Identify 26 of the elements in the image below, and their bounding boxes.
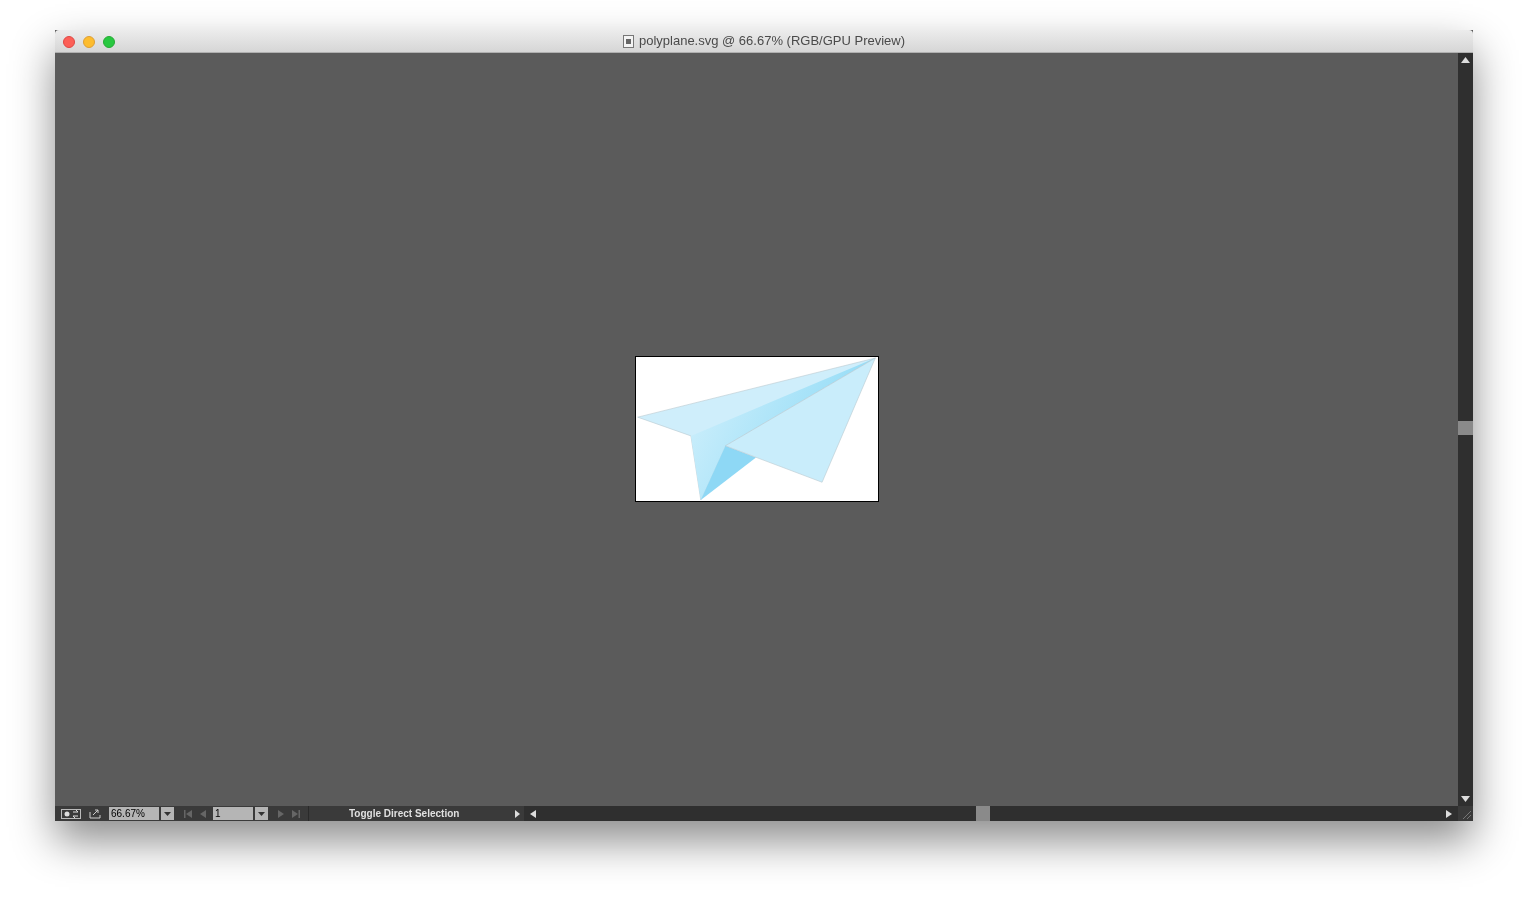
caret-icon xyxy=(258,811,265,816)
document-icon xyxy=(622,34,634,48)
scroll-up-arrow-icon[interactable] xyxy=(1461,57,1470,63)
menu-arrow-icon xyxy=(515,809,520,818)
scroll-left-arrow-icon[interactable] xyxy=(530,809,536,818)
gpu-toggle-icon[interactable] xyxy=(61,808,81,819)
minimize-button[interactable] xyxy=(83,36,95,48)
vertical-scrollbar[interactable] xyxy=(1458,53,1473,806)
next-artboard-icon[interactable] xyxy=(278,809,284,818)
artboard-dropdown-button[interactable] xyxy=(255,807,268,820)
zoom-field[interactable]: 66.67% xyxy=(109,807,159,820)
first-artboard-icon[interactable] xyxy=(184,809,192,818)
caret-icon xyxy=(164,811,171,816)
zoom-dropdown-button[interactable] xyxy=(161,807,174,820)
scroll-down-arrow-icon[interactable] xyxy=(1461,796,1470,802)
share-icon[interactable] xyxy=(89,808,102,819)
window-title: polyplane.svg @ 66.67% (RGB/GPU Preview) xyxy=(638,32,906,51)
scroll-thumb[interactable] xyxy=(976,806,990,821)
zoom-button[interactable] xyxy=(103,36,115,48)
scroll-thumb[interactable] xyxy=(1458,421,1473,435)
artboard-field[interactable]: 1 xyxy=(213,807,253,820)
horizontal-scrollbar[interactable] xyxy=(524,806,1458,821)
last-artboard-icon[interactable] xyxy=(292,809,300,818)
close-button[interactable] xyxy=(63,36,75,48)
scroll-right-arrow-icon[interactable] xyxy=(1446,809,1452,818)
previous-artboard-icon[interactable] xyxy=(200,809,206,818)
